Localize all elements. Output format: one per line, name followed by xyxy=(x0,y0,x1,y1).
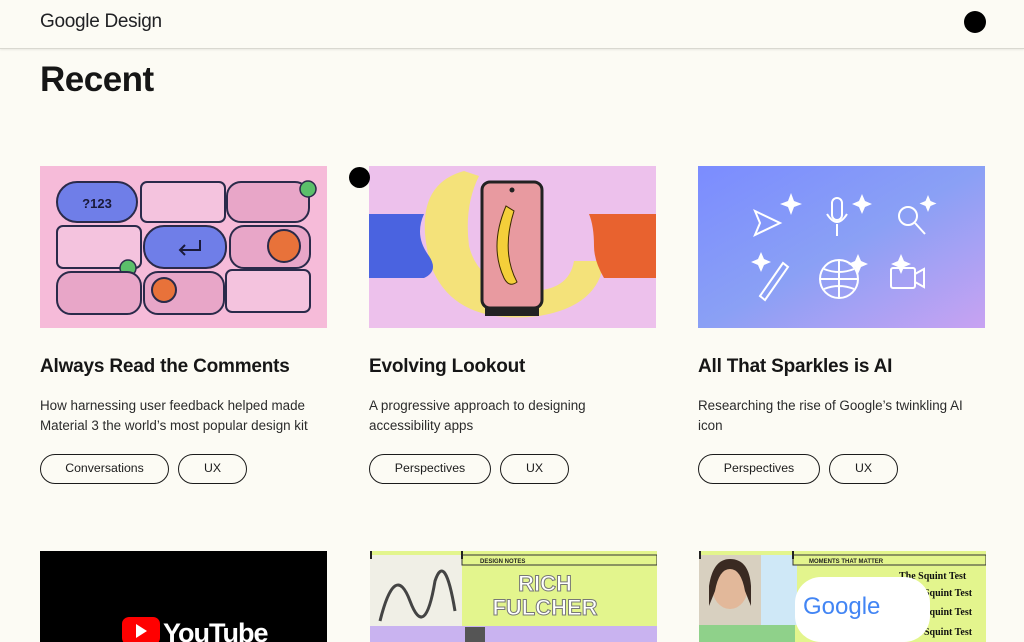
card-description: How harnessing user feedback helped made… xyxy=(40,398,308,433)
squint-line-2: Squint Test xyxy=(924,588,973,599)
article-card-comments[interactable]: ?123 Always Read the Comments How harnes… xyxy=(40,166,327,484)
top-bar: Google Design xyxy=(0,0,1024,49)
article-card-lookout[interactable]: Evolving Lookout A progressive approach … xyxy=(369,166,656,484)
google-logo-text: Google xyxy=(803,593,880,620)
tag-perspectives[interactable]: Perspectives xyxy=(369,454,491,484)
section-title: Recent xyxy=(40,60,154,99)
tag-list: Conversations UX xyxy=(40,454,247,484)
keyboard-number-label: ?123 xyxy=(82,196,112,211)
google-design-logo[interactable]: Google Design xyxy=(40,11,162,33)
tag-ux[interactable]: UX xyxy=(178,454,247,484)
youtube-logo-text: YouTube xyxy=(163,618,268,642)
tag-ux[interactable]: UX xyxy=(829,454,898,484)
tag-conversations[interactable]: Conversations xyxy=(40,454,169,484)
card-description: A progressive approach to designing acce… xyxy=(369,398,586,433)
article-card-youtube[interactable]: YouTube xyxy=(40,551,327,642)
tag-list: Perspectives UX xyxy=(369,454,569,484)
cursor-dot-icon xyxy=(349,167,370,188)
tag-perspectives[interactable]: Perspectives xyxy=(698,454,820,484)
squint-line-4: Squint Test xyxy=(924,627,973,638)
design-notes-label: DESIGN NOTES xyxy=(480,559,525,565)
comments-illustration[interactable]: ?123 xyxy=(40,166,327,328)
card-title[interactable]: Always Read the Comments xyxy=(40,355,327,379)
card-description: Researching the rise of Google’s twinkli… xyxy=(698,398,963,433)
squint-line-3: Squint Test xyxy=(924,607,973,618)
squint-header: MOMENTS THAT MATTER xyxy=(809,559,884,565)
card-title[interactable]: All That Sparkles is AI xyxy=(698,355,985,379)
lookout-illustration[interactable] xyxy=(369,166,656,328)
sparkles-illustration[interactable] xyxy=(698,166,985,328)
name-line-2: FULCHER xyxy=(492,595,597,620)
tag-list: Perspectives UX xyxy=(698,454,898,484)
menu-dot-icon[interactable] xyxy=(964,11,986,33)
name-line-1: RICH xyxy=(518,571,572,596)
tag-ux[interactable]: UX xyxy=(500,454,569,484)
article-card-sparkles[interactable]: All That Sparkles is AI Researching the … xyxy=(698,166,985,484)
article-card-design-notes[interactable]: DESIGN NOTES RICH FULCHER xyxy=(370,551,657,642)
article-card-squint-test[interactable]: MOMENTS THAT MATTER The Squint Test Squi… xyxy=(699,551,986,642)
card-title[interactable]: Evolving Lookout xyxy=(369,355,656,379)
